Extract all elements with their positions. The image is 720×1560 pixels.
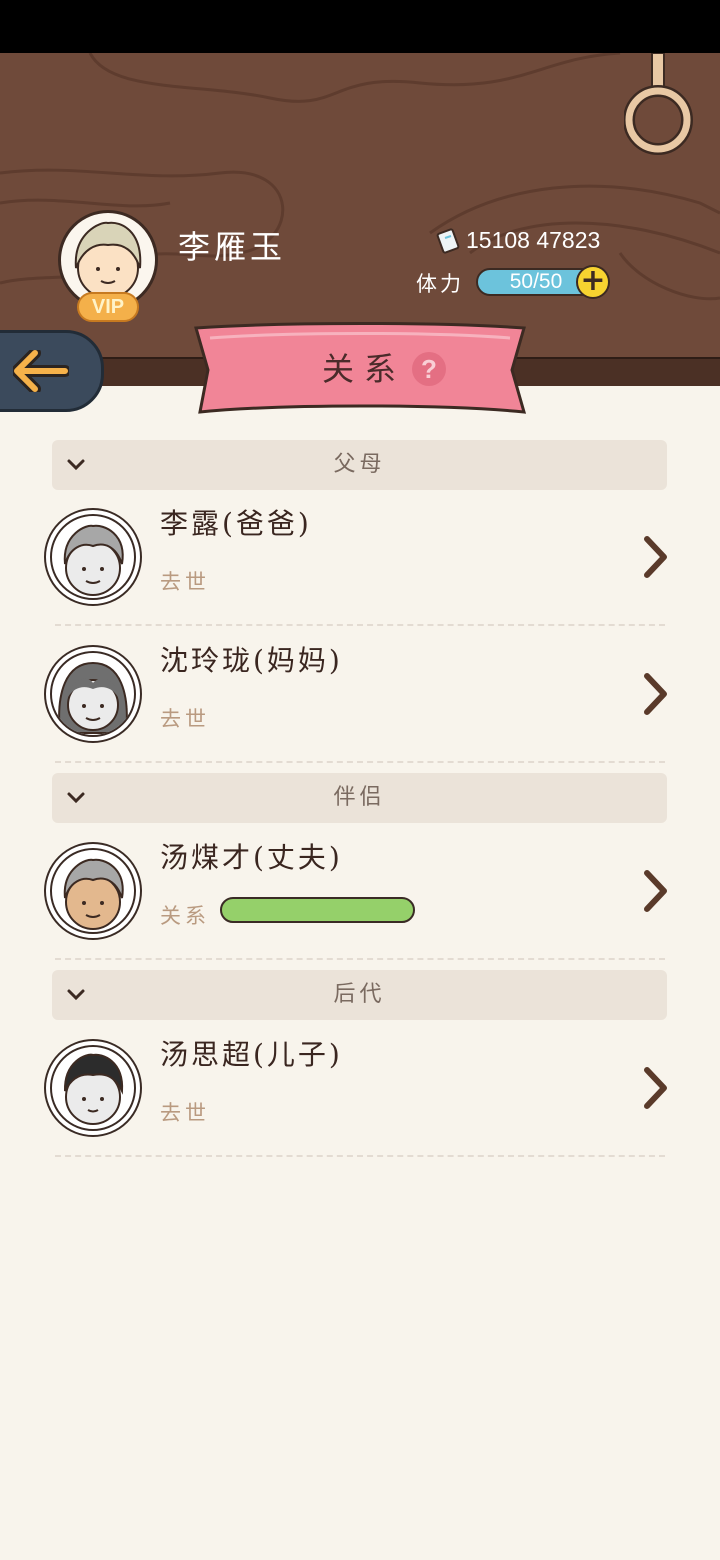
section-descendants[interactable]: 后代: [52, 970, 667, 1020]
avatar: [44, 1039, 142, 1137]
chevron-right-icon[interactable]: [640, 535, 670, 579]
stamina-label: 体力: [416, 272, 464, 296]
relation-name: 李露(爸爸): [160, 507, 312, 540]
relation-row[interactable]: 汤思超(儿子) 去世: [0, 1031, 720, 1167]
chevron-right-icon[interactable]: [640, 672, 670, 716]
divider: [55, 624, 665, 626]
vip-badge[interactable]: VIP: [77, 292, 139, 322]
relation-row[interactable]: 李露(爸爸) 去世: [0, 500, 720, 636]
section-title: 伴侣: [333, 785, 386, 810]
elder-woman-avatar-icon: [58, 661, 128, 734]
relation-name: 汤煤才(丈夫): [160, 841, 343, 874]
relation-status: 去世: [160, 1101, 210, 1125]
chevron-right-icon[interactable]: [640, 869, 670, 913]
ring-hook-icon[interactable]: [624, 53, 694, 157]
relation-name: 汤思超(儿子): [160, 1038, 343, 1071]
relation-status: 去世: [160, 707, 210, 731]
banknote-icon: [436, 228, 460, 254]
young-man-avatar-icon: [63, 1053, 124, 1125]
relation-label: 关系: [160, 904, 210, 928]
add-stamina-button[interactable]: +: [576, 265, 610, 299]
divider: [55, 958, 665, 960]
section-title: 父母: [333, 452, 386, 477]
elder-man-avatar-icon: [63, 858, 124, 930]
avatar: [44, 645, 142, 743]
elder-man-avatar-icon: [63, 524, 124, 596]
avatar: [44, 842, 142, 940]
help-icon[interactable]: ?: [412, 352, 446, 386]
relationship-bar: [220, 897, 415, 923]
avatar: [44, 508, 142, 606]
section-title: 后代: [333, 982, 386, 1007]
back-arrow-icon: [13, 350, 69, 392]
chevron-right-icon[interactable]: [640, 1066, 670, 1110]
section-parents[interactable]: 父母: [52, 440, 667, 490]
page-title: 关系: [322, 350, 407, 388]
relation-name: 沈玲珑(妈妈): [160, 644, 343, 677]
player-name: 李雁玉: [178, 228, 287, 266]
divider: [55, 1155, 665, 1157]
relation-row[interactable]: 沈玲珑(妈妈) 去世: [0, 637, 720, 773]
money-amount: 15108 47823: [466, 227, 601, 253]
status-bar: [0, 0, 720, 53]
relation-status: 去世: [160, 570, 210, 594]
divider: [55, 761, 665, 763]
section-partner[interactable]: 伴侣: [52, 773, 667, 823]
relation-row[interactable]: 汤煤才(丈夫) 关系: [0, 834, 720, 970]
back-button[interactable]: [0, 330, 104, 412]
